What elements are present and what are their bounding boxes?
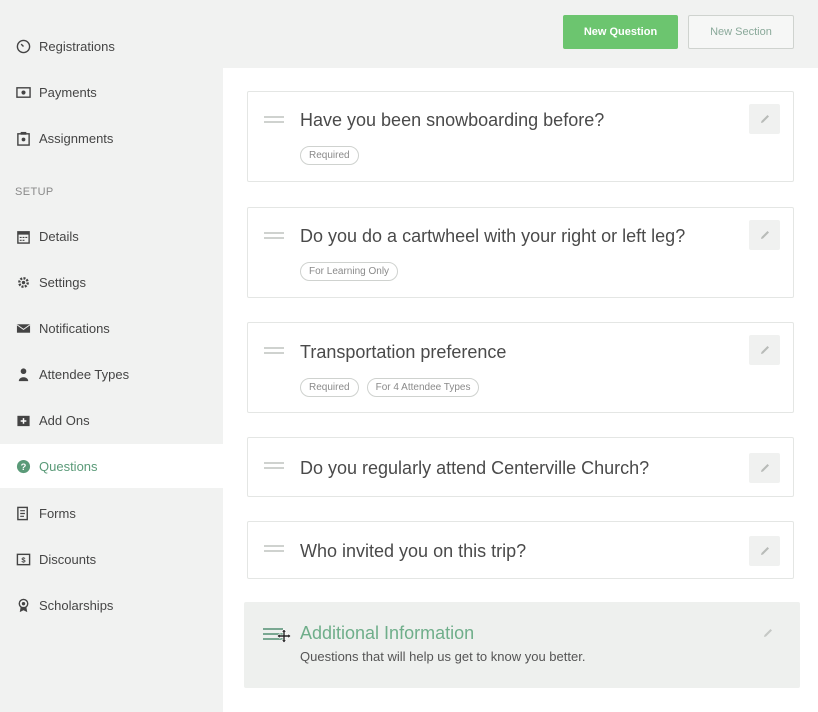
- drag-handle-icon[interactable]: [264, 462, 284, 474]
- pencil-icon[interactable]: [749, 104, 780, 134]
- pencil-icon[interactable]: [749, 220, 780, 250]
- sidebar-item-label: Notifications: [39, 320, 110, 336]
- money-icon: [15, 84, 31, 100]
- assignment-icon: [15, 130, 31, 146]
- sidebar-item-label: Forms: [39, 505, 76, 521]
- svg-text:$: $: [21, 555, 26, 564]
- section-title: Additional Information: [300, 623, 475, 643]
- sidebar-item-assignments[interactable]: Assignments: [0, 116, 223, 160]
- user-icon: [15, 366, 31, 382]
- drag-handle-icon[interactable]: [264, 545, 284, 557]
- drag-handle-icon[interactable]: [264, 116, 284, 128]
- sidebar-item-label: Registrations: [39, 38, 115, 54]
- envelope-icon: [15, 320, 31, 336]
- sidebar-item-settings[interactable]: Settings: [0, 260, 223, 304]
- pencil-icon[interactable]: [762, 626, 776, 640]
- attendee-types-badge: For 4 Attendee Types: [366, 378, 480, 397]
- svg-text:?: ?: [20, 461, 26, 471]
- drag-handle-icon[interactable]: [264, 347, 284, 359]
- sidebar-item-discounts[interactable]: $ Discounts: [0, 537, 223, 581]
- sidebar-item-label: Assignments: [39, 130, 114, 146]
- sidebar-item-details[interactable]: Details: [0, 214, 223, 258]
- question-card[interactable]: Do you do a cartwheel with your right or…: [247, 207, 794, 298]
- sidebar-item-payments[interactable]: Payments: [0, 70, 223, 114]
- award-icon: [15, 597, 31, 613]
- sidebar-item-label: Settings: [39, 274, 86, 290]
- setup-section-label: SETUP: [15, 186, 54, 198]
- required-badge: Required: [300, 378, 359, 397]
- question-title: Transportation preference: [300, 342, 507, 362]
- pencil-icon[interactable]: [749, 536, 780, 566]
- sidebar-item-label: Scholarships: [39, 597, 114, 613]
- question-card[interactable]: Transportation preference Required For 4…: [247, 322, 794, 413]
- sidebar-item-add-ons[interactable]: Add Ons: [0, 398, 223, 442]
- move-cursor-icon: [276, 628, 292, 644]
- sidebar-item-label: Add Ons: [39, 412, 90, 428]
- question-card[interactable]: Who invited you on this trip?: [247, 521, 794, 579]
- question-title: Do you regularly attend Centerville Chur…: [300, 458, 650, 478]
- section-card[interactable]: Additional Information Questions that wi…: [244, 602, 800, 688]
- calendar-icon: [15, 228, 31, 244]
- sidebar-item-registrations[interactable]: Registrations: [0, 24, 223, 68]
- drag-handle-icon[interactable]: [264, 232, 284, 244]
- sidebar-item-label: Attendee Types: [39, 366, 130, 382]
- sidebar-item-forms[interactable]: Forms: [0, 491, 223, 535]
- question-card[interactable]: Do you regularly attend Centerville Chur…: [247, 437, 794, 497]
- new-section-button[interactable]: New Section: [688, 15, 794, 49]
- pencil-icon[interactable]: [749, 335, 780, 365]
- discount-icon: $: [15, 551, 31, 567]
- new-question-button[interactable]: New Question: [563, 15, 678, 49]
- sidebar-item-label: Payments: [39, 84, 97, 100]
- question-title: Do you do a cartwheel with your right or…: [300, 226, 686, 246]
- sidebar-item-label: Details: [39, 228, 79, 244]
- sidebar: Registrations Payments Assignments SETUP…: [0, 0, 223, 712]
- question-title: Have you been snowboarding before?: [300, 110, 605, 130]
- gauge-icon: [15, 38, 31, 54]
- section-description: Questions that will help us get to know …: [300, 649, 586, 664]
- learning-only-badge: For Learning Only: [300, 262, 399, 281]
- sidebar-item-label: Discounts: [39, 551, 97, 567]
- question-title: Who invited you on this trip?: [300, 541, 527, 561]
- sidebar-item-attendee-types[interactable]: Attendee Types: [0, 352, 223, 396]
- forms-icon: [15, 505, 31, 521]
- required-badge: Required: [300, 146, 359, 165]
- sidebar-item-scholarships[interactable]: Scholarships: [0, 583, 223, 627]
- question-card[interactable]: Have you been snowboarding before? Requi…: [247, 91, 794, 182]
- add-box-icon: [15, 412, 31, 428]
- pencil-icon[interactable]: [749, 453, 780, 483]
- gear-icon: [15, 274, 31, 290]
- sidebar-item-questions[interactable]: ? Questions: [0, 444, 223, 488]
- sidebar-item-label: Questions: [39, 458, 98, 474]
- sidebar-item-notifications[interactable]: Notifications: [0, 306, 223, 350]
- question-circle-icon: ?: [15, 458, 31, 474]
